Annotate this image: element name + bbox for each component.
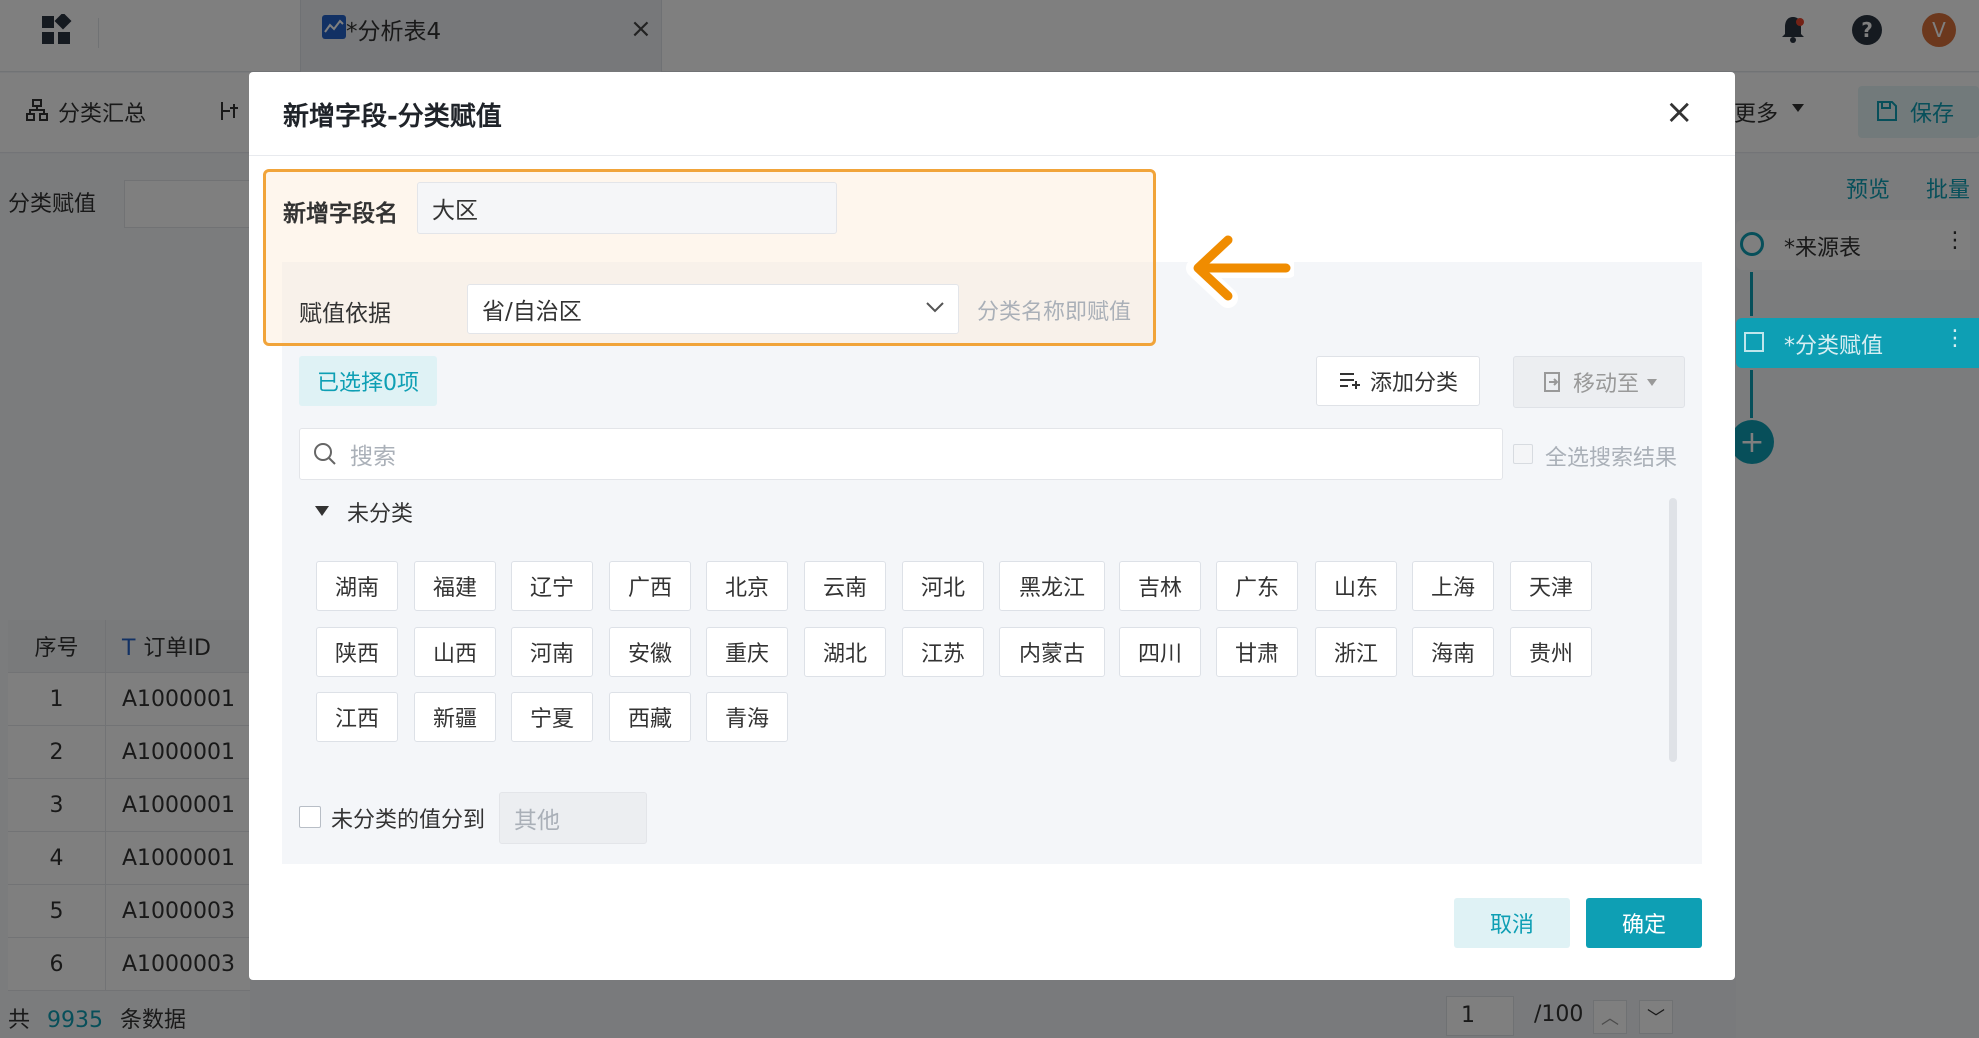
province-chip[interactable]: 湖北 [804,627,886,677]
province-chip[interactable]: 新疆 [414,692,496,742]
search-icon [314,443,336,465]
province-chip[interactable]: 西藏 [609,692,691,742]
select-all-label: 全选搜索结果 [1545,446,1678,471]
basis-hint: 分类名称即赋值 [977,300,1132,325]
move-caret-icon [1647,378,1657,386]
province-chip[interactable]: 黑龙江 [999,561,1105,611]
province-chip[interactable]: 江西 [316,692,398,742]
province-chip[interactable]: 上海 [1412,561,1494,611]
basis-select[interactable]: 省/自治区 [467,284,959,334]
basis-label: 赋值依据 [299,301,391,327]
caret-down-icon[interactable] [315,506,329,516]
province-chip[interactable]: 青海 [706,692,788,742]
province-chip[interactable]: 福建 [414,561,496,611]
province-chip[interactable]: 湖南 [316,561,398,611]
node-classify-label: *分类赋值 [1784,334,1884,359]
select-all-checkbox[interactable] [1513,444,1533,464]
left-arrow-icon [1186,228,1294,308]
unclassified-label: 未分类的值分到 [331,808,486,833]
node-classify-menu-icon[interactable]: ⋮ [1944,326,1966,351]
province-chip[interactable]: 广东 [1216,561,1298,611]
province-chip[interactable]: 天津 [1510,561,1592,611]
province-chip[interactable]: 内蒙古 [999,627,1105,677]
selected-count-badge: 已选择0项 [299,356,437,406]
group-label: 未分类 [347,502,414,527]
province-chip[interactable]: 广西 [609,561,691,611]
province-chip[interactable]: 甘肃 [1216,627,1298,677]
add-list-icon [1339,373,1360,389]
unclassified-checkbox[interactable] [299,806,321,828]
province-chips: 湖南 福建 辽宁 广西 北京 云南 河北 黑龙江 吉林 广东 山东 上海 天津 陕西 山西 河南 安徽 重庆 湖北江… [249,72,1592,742]
province-chip[interactable]: 河南 [511,627,593,677]
province-chip[interactable]: 四川 [1119,627,1201,677]
move-icon [1543,372,1560,392]
province-chip[interactable]: 云南 [804,561,886,611]
province-chip[interactable]: 山西 [414,627,496,677]
basis-select-value: 省/自治区 [482,299,582,325]
province-chip[interactable]: 安徽 [609,627,691,677]
move-to-label: 移动至 [1572,372,1639,397]
dialog-title: 新增字段-分类赋值 [283,102,502,132]
scrollbar[interactable] [1669,498,1677,762]
field-name-label: 新增字段名 [283,201,398,227]
classify-node-icon [1744,332,1764,352]
chevron-down-icon [926,302,944,313]
province-chip[interactable]: 重庆 [706,627,788,677]
cancel-button[interactable]: 取消 [1454,898,1570,948]
confirm-button[interactable]: 确定 [1586,898,1702,948]
province-chip[interactable]: 陕西 [316,627,398,677]
province-chip[interactable]: 浙江 [1315,627,1397,677]
dialog: 新增字段-分类赋值 × 新增字段名 大区 赋值依据 省/自治区 分类名称即赋值 … [249,72,1735,980]
province-chip[interactable]: 吉林 [1119,561,1201,611]
province-chip[interactable]: 辽宁 [511,561,593,611]
move-to-button[interactable]: 移动至 [1513,356,1685,408]
province-chip[interactable]: 宁夏 [511,692,593,742]
province-chip[interactable]: 江苏 [902,627,984,677]
province-chip[interactable]: 海南 [1412,627,1494,677]
add-category-button[interactable]: 添加分类 [1316,356,1480,406]
search-input[interactable]: 搜索 [299,428,1503,480]
dialog-close-icon[interactable]: × [1665,92,1694,132]
unclassified-target-input[interactable]: 其他 [499,792,647,844]
province-chip[interactable]: 山东 [1315,561,1397,611]
field-name-input[interactable]: 大区 [417,182,837,234]
province-chip[interactable]: 北京 [706,561,788,611]
province-chip[interactable]: 贵州 [1510,627,1592,677]
province-chip[interactable]: 河北 [902,561,984,611]
add-category-label: 添加分类 [1369,371,1458,396]
